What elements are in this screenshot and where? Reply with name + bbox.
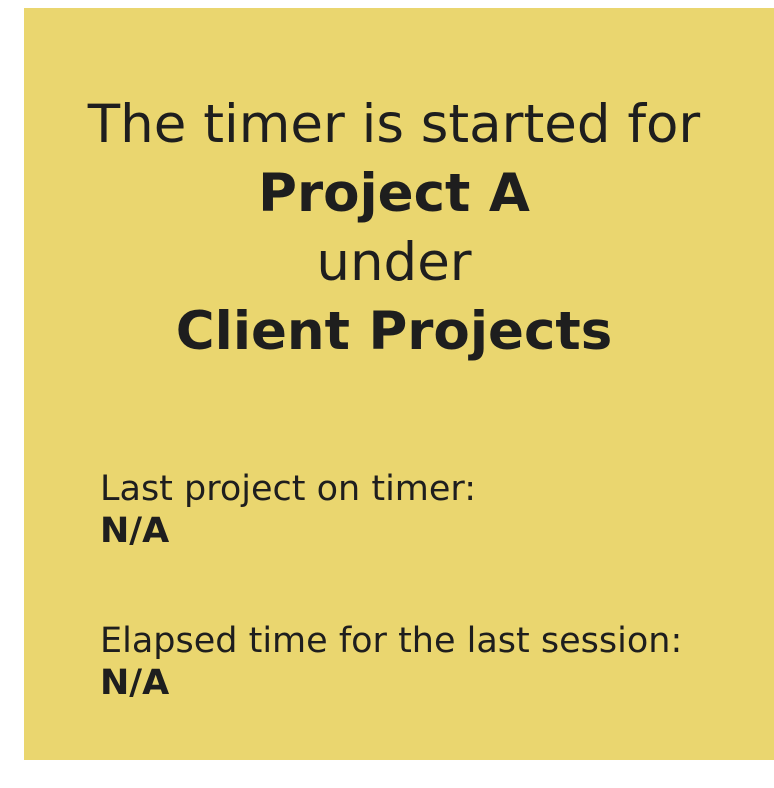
timer-started-text: The timer is started for [87,94,701,155]
timer-headline: The timer is started for Project A under… [24,90,764,366]
elapsed-time-label: Elapsed time for the last session: [100,621,683,661]
last-project-section: Last project on timer: N/A [100,468,760,552]
last-project-label: Last project on timer: [100,469,476,509]
last-project-value: N/A [100,511,170,551]
client-name: Client Projects [175,301,613,362]
project-name: Project A [258,163,530,224]
elapsed-time-section: Elapsed time for the last session: N/A [100,620,760,704]
elapsed-time-value: N/A [100,663,170,703]
timer-status-card: The timer is started for Project A under… [24,8,774,760]
under-text: under [316,232,472,293]
